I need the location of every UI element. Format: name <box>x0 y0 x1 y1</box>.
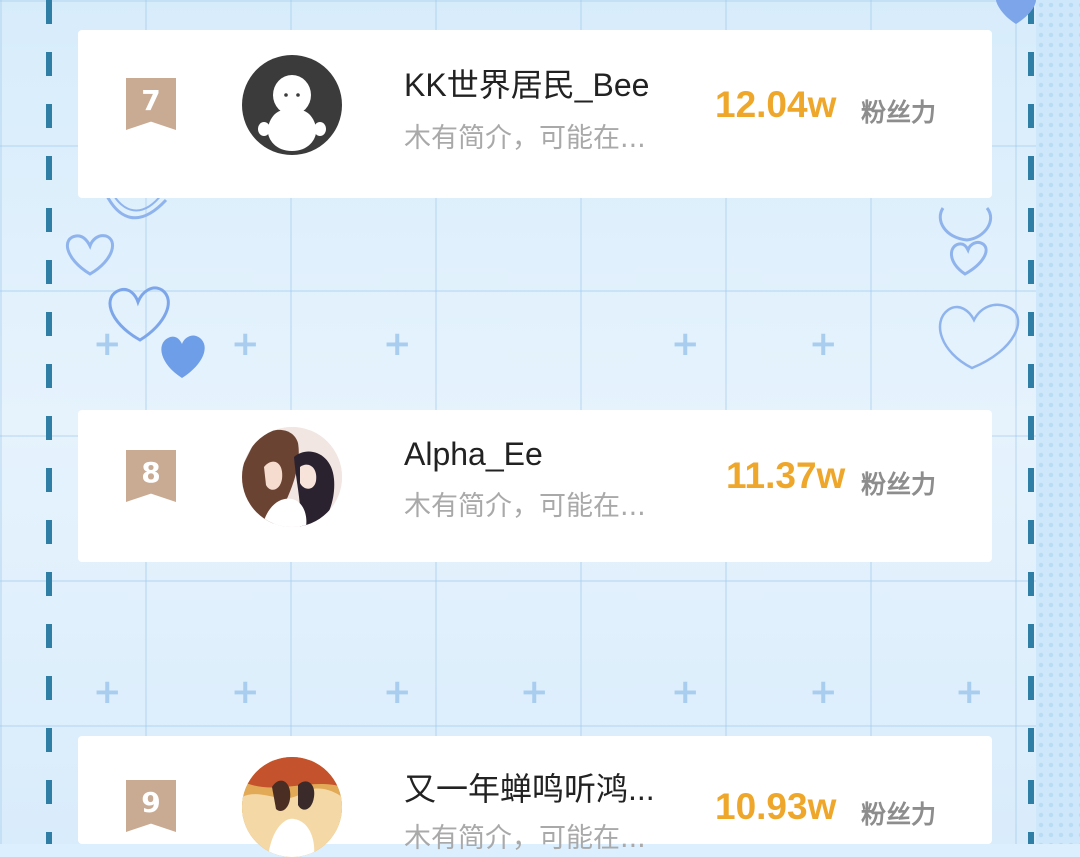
fan-power-label: 粉丝力 <box>861 98 937 127</box>
dashed-border-left <box>46 0 52 844</box>
illustration-avatar[interactable] <box>242 427 342 527</box>
user-name[interactable]: 又一年蝉鸣听鸿... <box>404 764 655 810</box>
heart-outline-icon <box>938 207 993 276</box>
plus-decoration-icon: + <box>671 672 700 712</box>
fan-power-score: 11.37w <box>726 455 846 496</box>
dotted-side-strip <box>1036 0 1080 844</box>
plus-decoration-icon: + <box>93 672 122 712</box>
user-name[interactable]: KK世界居民_Bee <box>404 60 649 106</box>
plus-decoration-icon: + <box>955 672 984 712</box>
ranking-card[interactable]: 8 Alpha_Ee 木有简介，可能在... 11.37w 粉丝力 <box>78 410 992 562</box>
rank-badge: 9 <box>126 780 176 832</box>
ghost-avatar[interactable] <box>242 55 342 155</box>
plus-decoration-icon: + <box>520 672 549 712</box>
heart-outline-icon <box>938 303 1020 370</box>
plus-decoration-icon: + <box>231 672 260 712</box>
fan-power-label: 粉丝力 <box>861 470 937 499</box>
plus-decoration-icon: + <box>231 324 260 364</box>
heart-outline-icon <box>996 0 1036 24</box>
dashed-border-right <box>1028 0 1034 844</box>
plus-decoration-icon: + <box>383 672 412 712</box>
plus-decoration-icon: + <box>809 324 838 364</box>
heart-outline-icon <box>66 234 115 276</box>
user-name[interactable]: Alpha_Ee <box>404 436 543 473</box>
illustration-avatar[interactable] <box>242 757 342 857</box>
fan-power-score: 10.93w <box>715 786 837 827</box>
user-bio: 木有简介，可能在... <box>404 491 646 522</box>
ranking-card[interactable]: 9 又一年蝉鸣听鸿... 木有简介，可能在... 10.93w 粉丝力 <box>78 736 992 857</box>
rank-badge: 8 <box>126 450 176 502</box>
plus-decoration-icon: + <box>809 672 838 712</box>
ranking-card[interactable]: 7 KK世界居民_Bee 木有简介，可能在... 12.04w 粉丝力 <box>78 30 992 198</box>
fan-power-label: 粉丝力 <box>861 800 937 829</box>
plus-decoration-icon: + <box>383 324 412 364</box>
heart-filled-icon <box>161 335 205 378</box>
fan-power-score: 12.04w <box>715 84 837 125</box>
user-bio: 木有简介，可能在... <box>404 823 646 854</box>
plus-decoration-icon: + <box>671 324 700 364</box>
user-bio: 木有简介，可能在... <box>404 123 646 154</box>
rank-badge: 7 <box>126 78 176 130</box>
